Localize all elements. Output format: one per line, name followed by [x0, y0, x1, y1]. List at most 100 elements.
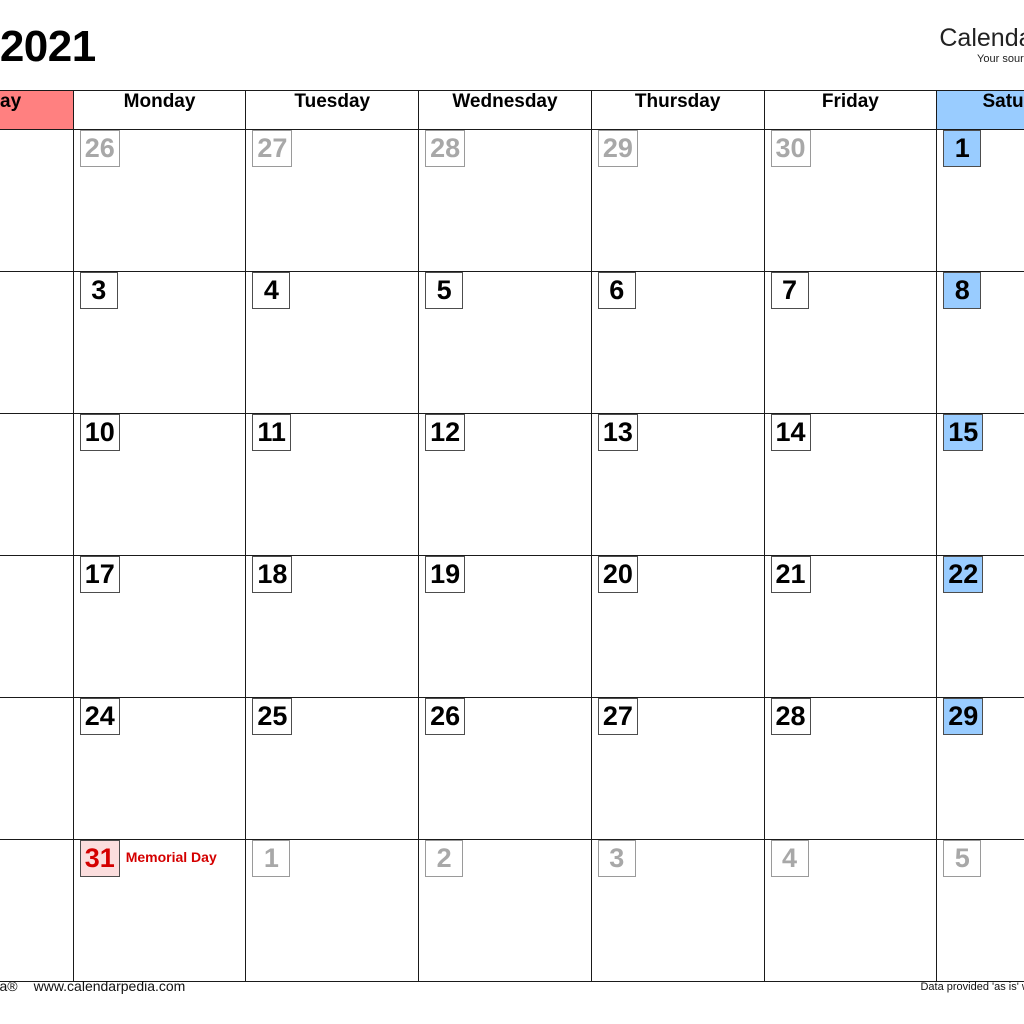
- calendar-day-cell[interactable]: 31 Memorial Day: [72, 839, 247, 982]
- brand-name: Calendarpedia: [939, 24, 1024, 52]
- calendar-week-row: 910 11 12 13 14 15: [0, 413, 1024, 556]
- day-cell-content: 16: [0, 556, 73, 697]
- day-number[interactable]: 7: [770, 272, 809, 309]
- calendar-day-cell[interactable]: 18: [245, 555, 420, 698]
- calendar-day-cell[interactable]: 30: [0, 839, 74, 982]
- day-number[interactable]: 15: [943, 414, 984, 451]
- calendar-day-cell[interactable]: 4: [245, 271, 420, 414]
- day-number[interactable]: 22: [943, 556, 984, 593]
- day-cell-content: 21: [765, 556, 937, 697]
- day-number[interactable]: 12: [425, 414, 466, 451]
- calendar-day-cell[interactable]: 1: [245, 839, 420, 982]
- day-number[interactable]: 27: [252, 130, 293, 167]
- calendar-day-cell[interactable]: 27: [245, 129, 420, 272]
- calendar-day-cell[interactable]: 23: [0, 697, 74, 840]
- calendar-day-cell[interactable]: 14: [763, 413, 938, 556]
- day-number[interactable]: 21: [770, 556, 811, 593]
- weekday-header-row: Sunday Monday Tuesday Wednesday Thursday…: [0, 90, 1024, 130]
- calendar-day-cell[interactable]: 4: [763, 839, 938, 982]
- day-number[interactable]: 26: [425, 698, 466, 735]
- day-number[interactable]: 27: [597, 698, 638, 735]
- day-cell-content: 26: [74, 130, 246, 271]
- calendar-week-row: 2526 27 28 29 30 1: [0, 129, 1024, 272]
- day-number[interactable]: 10: [79, 414, 120, 451]
- footer-url[interactable]: www.calendarpedia.com: [34, 978, 186, 994]
- calendar-day-cell[interactable]: 7: [763, 271, 938, 414]
- calendar-day-cell[interactable]: 15: [936, 413, 1024, 556]
- calendar-day-cell[interactable]: 25: [0, 129, 74, 272]
- calendar-day-cell[interactable]: 30: [763, 129, 938, 272]
- day-number[interactable]: 31: [79, 840, 120, 877]
- weekday-header-monday: Monday: [72, 90, 247, 130]
- day-number[interactable]: 24: [79, 698, 120, 735]
- day-number[interactable]: 2: [425, 840, 464, 877]
- masthead: May 2021 Calendarpedia Your source for c…: [0, 0, 1024, 90]
- calendar-day-cell[interactable]: 26: [418, 697, 592, 840]
- day-number[interactable]: 18: [252, 556, 293, 593]
- calendar-day-cell[interactable]: 12: [418, 413, 592, 556]
- weekday-header-thursday: Thursday: [590, 90, 765, 130]
- weekday-header-wednesday: Wednesday: [418, 90, 592, 130]
- day-number[interactable]: 20: [597, 556, 638, 593]
- day-cell-content: 5: [937, 840, 1024, 981]
- day-number[interactable]: 28: [770, 698, 811, 735]
- calendar-day-cell[interactable]: 2: [418, 839, 592, 982]
- day-number[interactable]: 26: [79, 130, 120, 167]
- calendar-day-cell[interactable]: 24: [72, 697, 247, 840]
- calendar-day-cell[interactable]: 19: [418, 555, 592, 698]
- calendar-day-cell[interactable]: 17: [72, 555, 247, 698]
- day-number[interactable]: 11: [252, 414, 291, 451]
- calendar-day-cell[interactable]: 10: [72, 413, 247, 556]
- day-number[interactable]: 4: [770, 840, 809, 877]
- calendar-day-cell[interactable]: 6: [590, 271, 765, 414]
- day-number[interactable]: 29: [597, 130, 638, 167]
- day-number[interactable]: 28: [425, 130, 466, 167]
- calendar-day-cell[interactable]: 3: [590, 839, 765, 982]
- calendar-day-cell[interactable]: 16: [0, 555, 74, 698]
- calendar-day-cell[interactable]: 8: [936, 271, 1024, 414]
- calendar-day-cell[interactable]: 29: [590, 129, 765, 272]
- day-number[interactable]: 3: [597, 840, 636, 877]
- calendar-day-cell[interactable]: 27: [590, 697, 765, 840]
- day-number[interactable]: 25: [252, 698, 293, 735]
- day-number[interactable]: 8: [943, 272, 982, 309]
- calendar-day-cell[interactable]: 3: [72, 271, 247, 414]
- day-number[interactable]: 19: [425, 556, 466, 593]
- day-number[interactable]: 5: [943, 840, 982, 877]
- calendar-day-cell[interactable]: 1: [936, 129, 1024, 272]
- day-number[interactable]: 29: [943, 698, 984, 735]
- calendar-day-cell[interactable]: 20: [590, 555, 765, 698]
- calendar-day-cell[interactable]: 26: [72, 129, 247, 272]
- day-number[interactable]: 1: [943, 130, 982, 167]
- weekday-header-friday: Friday: [763, 90, 938, 130]
- day-number[interactable]: 4: [252, 272, 291, 309]
- day-cell-content: 1: [937, 130, 1024, 271]
- calendar-day-cell[interactable]: 28: [763, 697, 938, 840]
- day-number[interactable]: 14: [770, 414, 811, 451]
- day-number[interactable]: 6: [597, 272, 636, 309]
- day-cell-content: 5: [419, 272, 591, 413]
- calendar-week-row: 3031 Memorial Day 1 2 3 4 5: [0, 839, 1024, 982]
- calendar-day-cell[interactable]: 29: [936, 697, 1024, 840]
- day-number[interactable]: 5: [425, 272, 464, 309]
- day-number[interactable]: 1: [252, 840, 291, 877]
- calendar-day-cell[interactable]: 5: [418, 271, 592, 414]
- day-cell-content: 3: [592, 840, 764, 981]
- calendar-day-cell[interactable]: 22: [936, 555, 1024, 698]
- calendar-day-cell[interactable]: 13: [590, 413, 765, 556]
- calendar-day-cell[interactable]: 11: [245, 413, 420, 556]
- day-number[interactable]: 17: [79, 556, 120, 593]
- day-number[interactable]: 30: [770, 130, 811, 167]
- day-cell-content: 17: [74, 556, 246, 697]
- calendar-day-cell[interactable]: 25: [245, 697, 420, 840]
- calendar-day-cell[interactable]: 9: [0, 413, 74, 556]
- weekday-header-tuesday: Tuesday: [245, 90, 420, 130]
- calendar-day-cell[interactable]: 2: [0, 271, 74, 414]
- calendar-day-cell[interactable]: 28: [418, 129, 592, 272]
- day-cell-content: 26: [419, 698, 591, 839]
- calendar-day-cell[interactable]: 5: [936, 839, 1024, 982]
- calendar-day-cell[interactable]: 21: [763, 555, 938, 698]
- calendar-week-row: 1617 18 19 20 21 22: [0, 555, 1024, 698]
- day-number[interactable]: 3: [79, 272, 118, 309]
- day-number[interactable]: 13: [597, 414, 638, 451]
